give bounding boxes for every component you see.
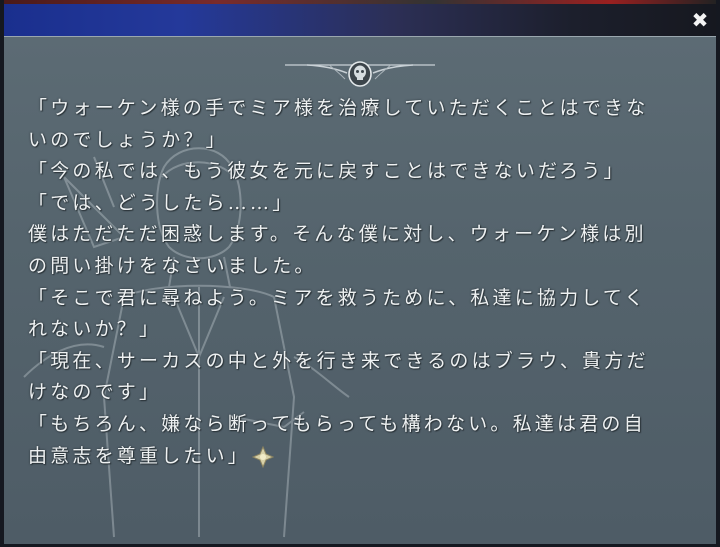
backlog-line: 「ウォーケン様の手でミア様を治療していただくことはできな bbox=[28, 97, 649, 119]
backlog-text: 「ウォーケン様の手でミア様を治療していただくことはできな いのでしょうか？」 「… bbox=[28, 93, 708, 472]
backlog-line: 「そこで君に尋ねよう。ミアを救うために、私達に協力してく bbox=[28, 286, 647, 309]
skull-emblem-icon bbox=[285, 61, 435, 87]
backlog-line: いのでしょうか？」 bbox=[28, 128, 228, 151]
backlog-line: 「もちろん、嫌なら断ってもらっても構わない。私達は君の自 bbox=[28, 412, 646, 435]
backlog-line: 「今の私では、もう彼女を元に戻すことはできないだろう」 bbox=[28, 160, 626, 183]
backlog-line: 「現在、サーカスの中と外を行き来できるのはブラウ、貴方だ bbox=[28, 349, 649, 372]
backlog-panel[interactable]: 「ウォーケン様の手でミア様を治療していただくことはできな いのでしょうか？」 「… bbox=[4, 36, 716, 544]
backlog-line: 「では、どうしたら……」 bbox=[28, 191, 295, 214]
backlog-line: 僕はただただ困惑します。そんな僕に対し、ウォーケン様は別 bbox=[28, 223, 647, 246]
backlog-line: けなのです」 bbox=[28, 381, 162, 404]
cross-wait-icon bbox=[252, 445, 275, 468]
close-button[interactable]: ✖ bbox=[688, 8, 712, 32]
backlog-line-last: 由意志を尊重したい」 bbox=[28, 441, 708, 473]
title-bar bbox=[4, 4, 716, 36]
backlog-line-text: 由意志を尊重したい」 bbox=[28, 444, 251, 467]
close-icon: ✖ bbox=[691, 8, 709, 32]
backlog-line: の問い掛けをなさいました。 bbox=[28, 254, 317, 277]
backlog-line: れないか？」 bbox=[28, 318, 162, 341]
backlog-window: ✖ 「ウォーケン様の手でミア様を治療していただくことはできな いのでしょうか？」… bbox=[0, 0, 720, 547]
